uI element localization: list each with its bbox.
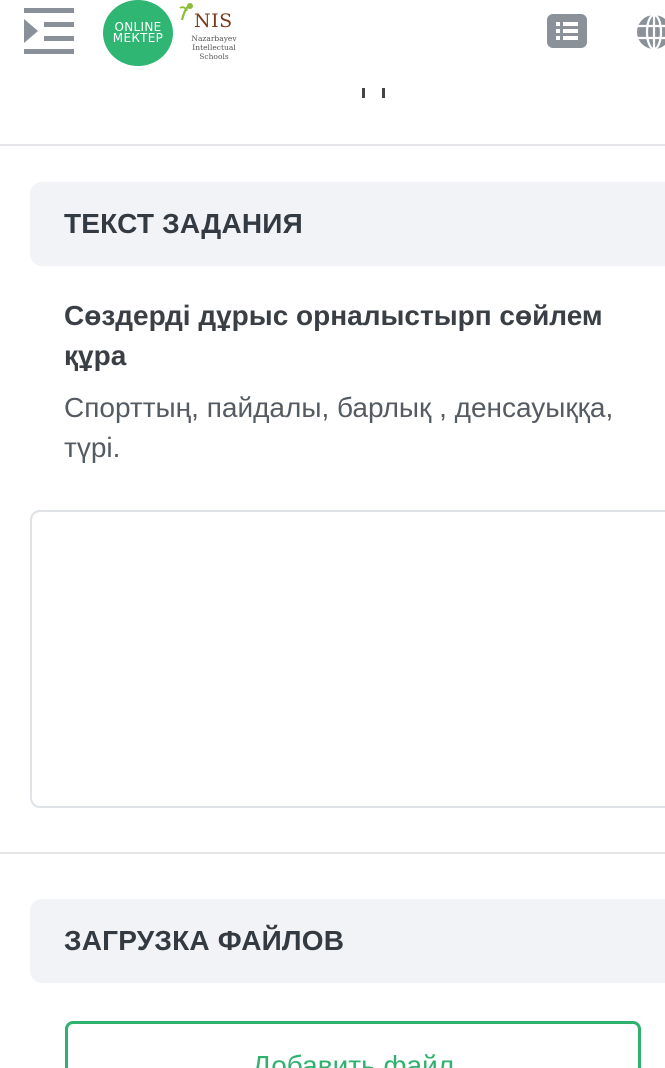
list-icon[interactable] [547,14,587,48]
nis-logo-word: NIS [194,10,233,32]
scroll-marks [360,88,390,100]
nis-logo-subtitle: Nazarbayev Intellectual Schools [191,34,237,61]
answer-textarea[interactable] [30,510,665,808]
indent-menu-icon[interactable] [22,6,76,56]
task-title: Сөздерді дұрыс орналыстырп сөйлем құра [64,300,603,371]
add-file-button[interactable]: Добавить файл [65,1021,641,1068]
divider [0,852,665,854]
online-mektep-logo[interactable]: ONLINE МЕКТЕР [103,0,173,66]
upload-section-header: ЗАГРУЗКА ФАЙЛОВ [30,899,665,983]
task-text: Спорттың, пайдалы, барлық , денсауыққа, … [64,392,614,463]
upload-section-title: ЗАГРУЗКА ФАЙЛОВ [64,925,345,956]
add-file-button-label: Добавить файл [251,1050,455,1068]
top-bar: ONLINE МЕКТЕР NIS Nazarbayev Intellectua… [0,0,665,72]
globe-icon[interactable] [634,12,665,52]
task-section-title: ТЕКСТ ЗАДАНИЯ [64,208,303,239]
task-section-header: ТЕКСТ ЗАДАНИЯ [30,182,665,266]
nis-logo: NIS Nazarbayev Intellectual Schools [178,0,242,66]
online-mektep-logo-line2: МЕКТЕР [112,31,164,45]
divider [0,144,665,146]
